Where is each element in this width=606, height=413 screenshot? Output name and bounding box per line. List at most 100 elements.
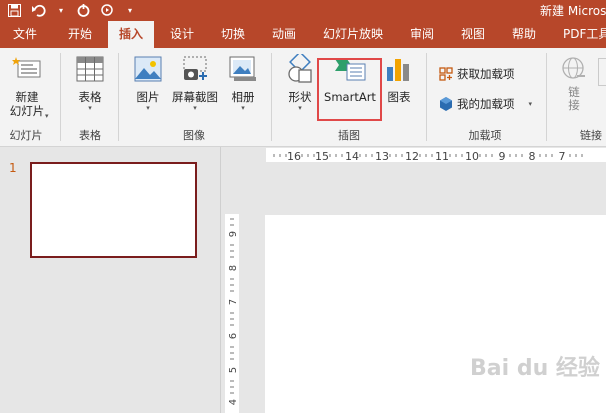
ribbon-tabs: 文件 开始 插入 设计 切换 动画 幻灯片放映 审阅 视图 帮助 PDF工具 [0, 21, 606, 48]
screenshot-dropdown-icon[interactable]: ▾ [193, 104, 197, 112]
tab-help[interactable]: 帮助 [512, 21, 536, 48]
hruler-label: 13 [375, 150, 389, 162]
slide-thumbnail[interactable] [30, 162, 197, 258]
vruler-label: 6 [228, 333, 239, 339]
smartart-highlight-box [317, 58, 382, 121]
slide-number: 1 [9, 161, 17, 175]
customize-qat-icon[interactable]: ▾ [125, 3, 135, 19]
tab-insert[interactable]: 插入 [108, 21, 154, 48]
window-title: 新建 Micros [540, 4, 606, 18]
redo-button[interactable] [75, 3, 91, 19]
picture-icon [133, 54, 163, 84]
table-label: 表格 [78, 90, 102, 104]
hruler-label: 10 [465, 150, 479, 162]
photo-album-icon [228, 54, 258, 84]
group-divider [271, 53, 272, 141]
tab-slideshow[interactable]: 幻灯片放映 [323, 21, 383, 48]
save-icon [7, 4, 21, 17]
undo-button[interactable] [31, 3, 47, 19]
new-slide-label-line1: 新建 [15, 90, 39, 104]
screenshot-button[interactable]: 屏幕截图 ▾ [168, 54, 222, 112]
group-label-slides: 幻灯片 [9, 129, 43, 142]
shapes-button[interactable]: 形状 ▾ [283, 54, 317, 112]
hruler-label: 8 [529, 150, 536, 162]
get-addins-button[interactable]: 获取加载项 [439, 66, 515, 82]
title-bar: ▾ ▾ 新建 Micros [0, 0, 606, 21]
group-label-links: 链接 [580, 129, 602, 142]
group-label-illustrations: 插图 [338, 129, 360, 142]
vertical-ruler: 9 8 7 6 5 4 [225, 214, 239, 413]
horizontal-ruler: 16 15 14 13 12 11 10 9 8 7 [266, 148, 606, 163]
tab-file[interactable]: 文件 [12, 21, 38, 48]
quick-access-toolbar: ▾ ▾ [6, 0, 135, 21]
picture-button[interactable]: 图片 ▾ [129, 54, 167, 112]
hruler-label: 15 [315, 150, 329, 162]
slide-canvas[interactable] [265, 215, 606, 413]
my-addins-dropdown-icon[interactable]: ▾ [529, 100, 533, 108]
tab-pdf-tools[interactable]: PDF工具 [563, 21, 606, 48]
link-button[interactable]: 链接 [556, 54, 592, 112]
vruler-label: 4 [228, 399, 239, 405]
new-slide-icon [12, 54, 42, 84]
hruler-label: 12 [405, 150, 419, 162]
present-button[interactable] [100, 3, 116, 19]
shapes-icon [285, 54, 315, 84]
get-addins-label: 获取加载项 [457, 67, 515, 81]
photo-album-dropdown-icon[interactable]: ▾ [241, 104, 245, 112]
picture-dropdown-icon[interactable]: ▾ [146, 104, 150, 112]
picture-label: 图片 [136, 90, 160, 104]
my-addins-icon [440, 97, 452, 111]
new-slide-dropdown-icon[interactable]: ▾ [45, 112, 49, 120]
group-divider [118, 53, 119, 141]
action-icon[interactable] [598, 58, 606, 86]
shapes-label: 形状 [288, 90, 312, 104]
vruler-label: 5 [228, 367, 239, 373]
tab-review[interactable]: 审阅 [410, 21, 434, 48]
group-divider [60, 53, 61, 141]
group-divider [546, 53, 547, 141]
my-addins-label: 我的加载项 [457, 97, 515, 111]
photo-album-button[interactable]: 相册 ▾ [226, 54, 260, 112]
hruler-label: 16 [287, 150, 301, 162]
hruler-label: 7 [559, 150, 566, 162]
save-button[interactable] [6, 3, 22, 19]
globe-link-icon [559, 54, 589, 84]
shapes-dropdown-icon[interactable]: ▾ [298, 104, 302, 112]
vertical-ruler-ticks: 9 8 7 6 5 4 [228, 218, 239, 405]
vruler-label: 8 [228, 265, 239, 271]
hruler-label: 9 [499, 150, 506, 162]
my-addins-button[interactable]: 我的加载项 ▾ [439, 96, 532, 112]
new-slide-button[interactable]: 新建 幻灯片 [2, 54, 52, 118]
undo-icon [32, 4, 46, 17]
redo-icon [77, 4, 89, 17]
vruler-label: 9 [228, 231, 239, 237]
slideshow-icon [101, 4, 113, 16]
table-dropdown-icon[interactable]: ▾ [88, 104, 92, 112]
store-grid-icon [439, 67, 453, 81]
table-icon [75, 54, 105, 84]
hruler-label: 11 [435, 150, 449, 162]
new-slide-label-line2: 幻灯片 [9, 104, 45, 118]
group-label-tables: 表格 [79, 129, 101, 142]
horizontal-ruler-ticks: 16 15 14 13 12 11 10 9 8 7 [273, 150, 583, 163]
tab-animations[interactable]: 动画 [272, 21, 296, 48]
group-label-images: 图像 [183, 129, 205, 142]
link-label: 链接 [568, 85, 580, 112]
chart-icon [384, 54, 414, 84]
screenshot-label: 屏幕截图 [172, 90, 218, 104]
group-divider [426, 53, 427, 141]
chart-label: 图表 [387, 90, 411, 104]
tab-view[interactable]: 视图 [461, 21, 485, 48]
group-label-addins: 加载项 [468, 129, 502, 142]
ribbon: 新建 幻灯片 ▾ 幻灯片 表格 ▾ 表格 图片 ▾ 屏幕截图 ▾ 相册 ▾ 图像… [0, 48, 606, 147]
chart-button[interactable]: 图表 [384, 54, 414, 104]
photo-album-label: 相册 [231, 90, 255, 104]
undo-dropdown-icon[interactable]: ▾ [56, 3, 66, 19]
vruler-label: 7 [228, 299, 239, 305]
tab-design[interactable]: 设计 [170, 21, 194, 48]
tab-home[interactable]: 开始 [68, 21, 92, 48]
tab-transitions[interactable]: 切换 [221, 21, 245, 48]
hruler-label: 14 [345, 150, 359, 162]
watermark: Bai du 经验 [470, 356, 600, 381]
table-button[interactable]: 表格 ▾ [70, 54, 110, 112]
